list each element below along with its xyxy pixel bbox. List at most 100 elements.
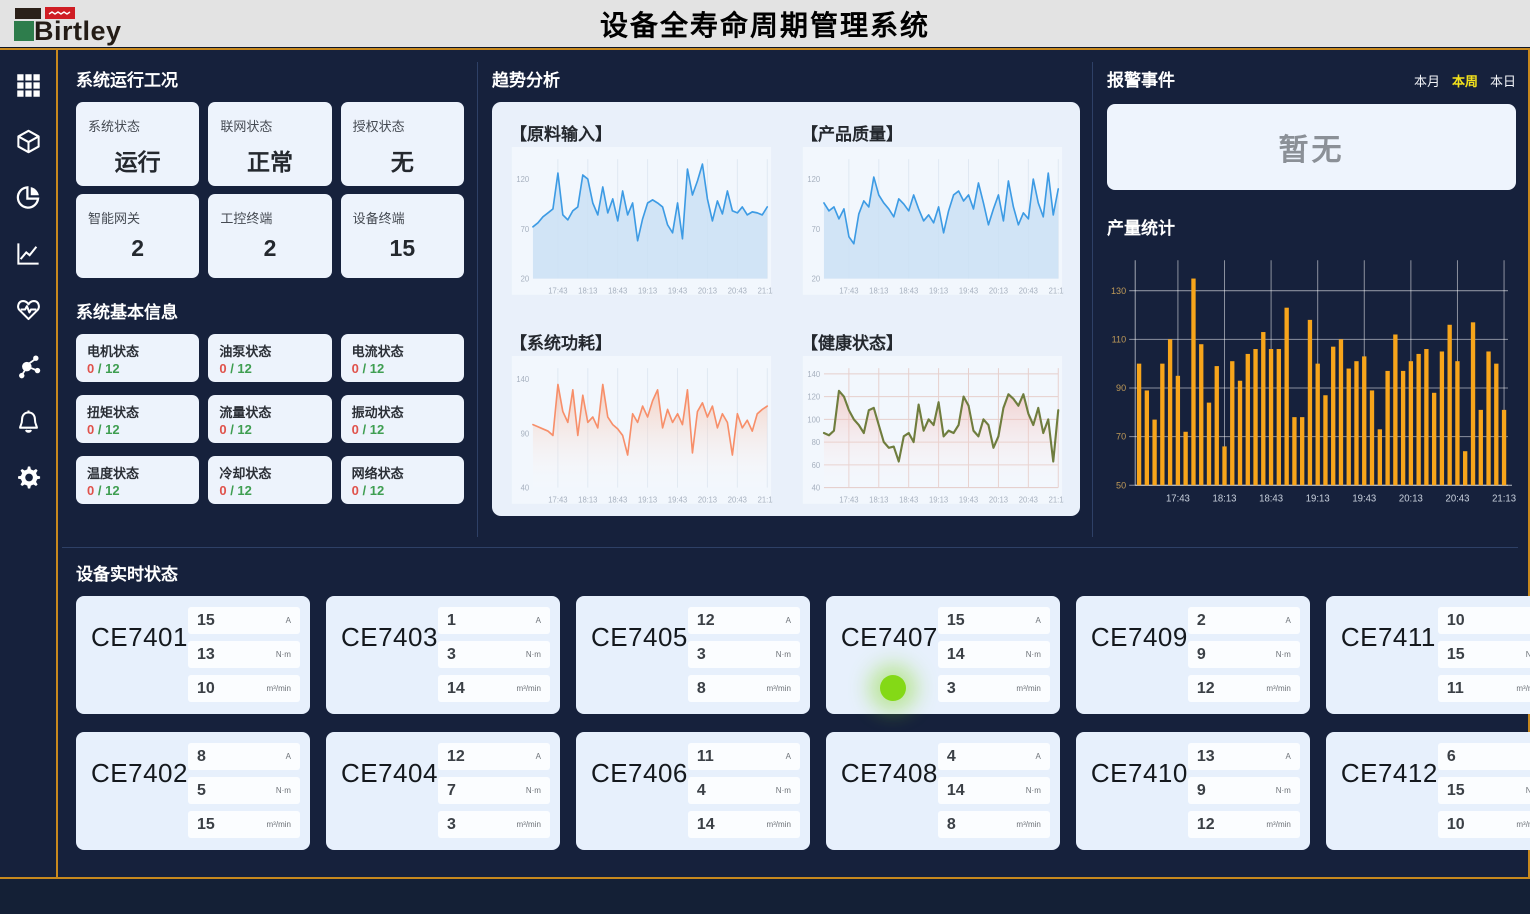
device-reading-row: 12m³/min — [1188, 811, 1300, 838]
reading-unit: m³/min — [267, 684, 291, 693]
reading-unit: N·m — [276, 786, 291, 795]
svg-text:19:13: 19:13 — [1306, 494, 1330, 505]
reading-value: 15 — [197, 612, 215, 630]
trend-chart-title: 【原料输入】 — [510, 120, 773, 145]
device-card[interactable]: CE7409 2A9N·m12m³/min — [1076, 596, 1310, 714]
notifications-bell-icon[interactable] — [15, 408, 42, 435]
device-reading-row: 8m³/min — [688, 675, 800, 702]
device-card[interactable]: CE7402 8A5N·m15m³/min — [76, 732, 310, 850]
svg-text:120: 120 — [807, 392, 820, 401]
reading-unit: A — [786, 616, 791, 625]
reading-value: 7 — [447, 782, 456, 800]
svg-text:21:13: 21:13 — [1492, 494, 1516, 505]
svg-text:21:13: 21:13 — [758, 496, 773, 505]
info-card: 冷却状态 0 / 12 — [208, 456, 331, 504]
reading-unit: N·m — [526, 786, 541, 795]
device-readings: 4A14N·m8m³/min — [938, 743, 1050, 839]
device-card[interactable]: CE7412 6A15N·m10m³/min — [1326, 732, 1530, 850]
svg-text:18:43: 18:43 — [608, 287, 628, 296]
svg-text:17:43: 17:43 — [548, 287, 568, 296]
svg-text:19:13: 19:13 — [638, 496, 658, 505]
info-error-count: 0 — [352, 361, 359, 376]
settings-gear-icon[interactable] — [15, 464, 42, 491]
reading-value: 3 — [947, 680, 956, 698]
system-overview-column: 系统运行工况 系统状态 运行 联网状态 正常 授权状态 无 智能网关 2 工控终… — [58, 50, 477, 547]
info-card: 扭矩状态 0 / 12 — [76, 395, 199, 443]
reading-unit: A — [1036, 616, 1041, 625]
info-card: 油泵状态 0 / 12 — [208, 334, 331, 382]
device-card[interactable]: CE7404 12A7N·m3m³/min — [326, 732, 560, 850]
svg-text:19:13: 19:13 — [929, 287, 949, 296]
info-card-label: 油泵状态 — [219, 341, 320, 360]
reading-value: 15 — [1447, 782, 1465, 800]
pie-chart-icon[interactable] — [15, 184, 42, 211]
device-reading-row: 2A — [1188, 607, 1300, 634]
device-name: CE7411 — [1341, 622, 1436, 703]
svg-text:70: 70 — [812, 225, 821, 234]
device-card[interactable]: CE7403 1A3N·m14m³/min — [326, 596, 560, 714]
network-nodes-icon[interactable] — [15, 352, 42, 379]
reading-value: 14 — [447, 680, 465, 698]
device-readings: 10A15N·m11m³/min — [1438, 607, 1530, 703]
device-reading-row: 13N·m — [188, 641, 300, 668]
alarm-tab-本日[interactable]: 本日 — [1490, 71, 1516, 90]
device-reading-row: 7 N·m — [438, 777, 550, 804]
reading-unit: A — [286, 752, 291, 761]
device-readings: 1A3N·m14m³/min — [438, 607, 550, 703]
info-error-count: 0 — [219, 361, 226, 376]
device-reading-row: 14m³/min — [688, 811, 800, 838]
reading-unit: m³/min — [1516, 684, 1530, 693]
svg-text:20:43: 20:43 — [1446, 494, 1470, 505]
reading-unit: A — [536, 752, 541, 761]
reading-unit: m³/min — [1016, 820, 1040, 829]
info-error-count: 0 — [87, 422, 94, 437]
alarm-production-column: 报警事件 本月本周本日 暂无 产量统计 50709011013017:4318:… — [1093, 50, 1528, 547]
alarm-tab-本月[interactable]: 本月 — [1414, 71, 1440, 90]
device-reading-row: 14m³/min — [438, 675, 550, 702]
svg-text:40: 40 — [521, 483, 530, 492]
device-reading-row: 9N·m — [1188, 641, 1300, 668]
device-readings: 6A15N·m10m³/min — [1438, 743, 1530, 839]
reading-value: 14 — [947, 782, 965, 800]
svg-text:20:43: 20:43 — [1019, 496, 1039, 505]
device-reading-row: 5N·m — [188, 777, 300, 804]
device-reading-row: 3N·m — [688, 641, 800, 668]
device-card[interactable]: CE7411 10A15N·m11m³/min — [1326, 596, 1530, 714]
info-total-count: / 12 — [230, 483, 252, 498]
production-title: 产量统计 — [1107, 214, 1516, 239]
reading-unit: m³/min — [516, 820, 540, 829]
device-reading-row: 14N·m — [938, 641, 1050, 668]
trend-chart-title: 【系统功耗】 — [510, 329, 773, 354]
device-reading-row: 12A — [688, 607, 800, 634]
apps-grid-icon[interactable] — [15, 72, 42, 99]
device-card[interactable]: CE7410 13A9N·m12m³/min — [1076, 732, 1310, 850]
reading-unit: m³/min — [1266, 684, 1290, 693]
cube-icon[interactable] — [15, 128, 42, 155]
device-card[interactable]: CE7406 11A4N·m14m³/min — [576, 732, 810, 850]
reading-unit: A — [1286, 616, 1291, 625]
info-error-count: 0 — [352, 422, 359, 437]
device-card[interactable]: CE7408 4A14N·m8m³/min — [826, 732, 1060, 850]
device-card[interactable]: CE7407 15A14N·m3m³/min — [826, 596, 1060, 714]
svg-text:20:13: 20:13 — [698, 496, 718, 505]
device-reading-row: 10m³/min — [1438, 811, 1530, 838]
svg-text:19:43: 19:43 — [959, 287, 979, 296]
device-name: CE7412 — [1341, 758, 1438, 839]
reading-unit: A — [536, 616, 541, 625]
svg-text:110: 110 — [1112, 334, 1126, 344]
reading-unit: m³/min — [1266, 820, 1290, 829]
device-reading-row: 10m³/min — [188, 675, 300, 702]
info-total-count: / 12 — [363, 422, 385, 437]
status-card: 设备终端 15 — [341, 194, 464, 278]
device-card[interactable]: CE7405 12A3N·m8m³/min — [576, 596, 810, 714]
icon-sidebar — [0, 50, 58, 877]
status-card: 工控终端 2 — [208, 194, 331, 278]
device-card[interactable]: CE7401 15A13N·m10m³/min — [76, 596, 310, 714]
svg-text:18:43: 18:43 — [899, 496, 919, 505]
alarm-tab-本周[interactable]: 本周 — [1452, 71, 1478, 90]
trend-line-icon[interactable] — [15, 240, 42, 267]
health-pulse-icon[interactable] — [15, 296, 42, 323]
device-reading-row: 6A — [1438, 743, 1530, 770]
reading-value: 3 — [697, 646, 706, 664]
reading-unit: m³/min — [766, 820, 790, 829]
